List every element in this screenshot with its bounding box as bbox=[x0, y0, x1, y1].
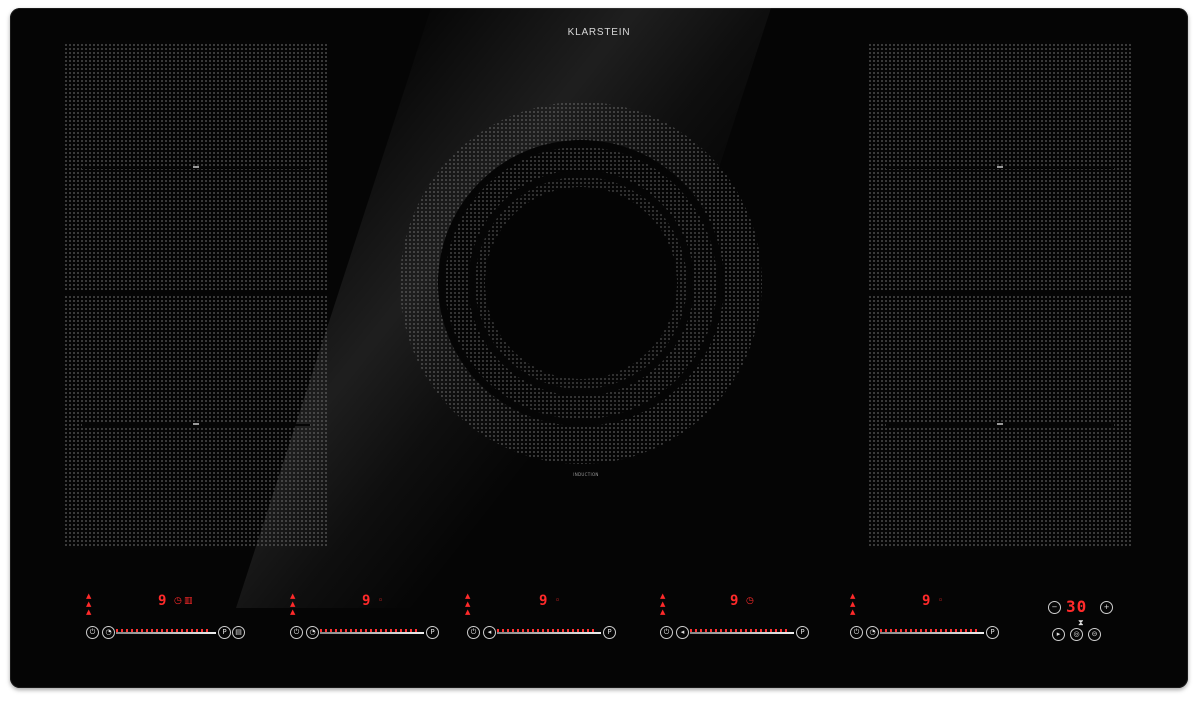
power-slider-leds bbox=[320, 617, 420, 632]
zone-indicator-icon: ▲ ▲ ▲ bbox=[850, 592, 856, 616]
power-slider[interactable] bbox=[116, 632, 216, 634]
power-button[interactable]: ⏻ bbox=[290, 626, 303, 639]
power-level-display: 9 bbox=[730, 593, 739, 609]
timer-icon: ◦ bbox=[555, 596, 561, 606]
zone-indicator-icon: ▲ ▲ ▲ bbox=[465, 592, 471, 616]
zone-control-4: ▲ ▲ ▲ 9 ◷ ⏻ ◂ P bbox=[660, 592, 820, 648]
induction-cooktop: KLARSTEIN INDUCTION ▲▲▲ 9 ◷ ▥ ⏻ ◔ P ▤ bbox=[10, 8, 1188, 688]
keep-warm-button[interactable]: ◎ bbox=[1070, 628, 1083, 641]
boost-button[interactable]: P bbox=[603, 626, 616, 639]
zone-indicator-icon: ▲ ▲ ▲ bbox=[290, 592, 296, 616]
power-button[interactable]: ⏻ bbox=[86, 626, 99, 639]
timer-icon: ◷ bbox=[174, 596, 182, 606]
power-slider-leds bbox=[116, 617, 211, 632]
timer-plus-button[interactable]: + bbox=[1100, 601, 1113, 614]
zone-indicator-icon: ▲ ▲ ▲ bbox=[660, 592, 666, 616]
power-level-display: 9 bbox=[158, 593, 167, 609]
zone-marker bbox=[997, 166, 1003, 168]
clock-icon: ⧗ bbox=[1078, 618, 1084, 627]
zone-split bbox=[64, 292, 328, 295]
power-slider[interactable] bbox=[690, 632, 794, 634]
power-slider-leds bbox=[880, 617, 980, 632]
pause-button[interactable]: ◔ bbox=[866, 626, 879, 639]
timer-icon: ◦ bbox=[378, 596, 384, 606]
power-level-display: 9 bbox=[362, 593, 371, 609]
pause-button[interactable]: ◂ bbox=[676, 626, 689, 639]
pause-button[interactable]: ◂ bbox=[483, 626, 496, 639]
zone-marker bbox=[997, 423, 1003, 425]
power-button[interactable]: ⏻ bbox=[660, 626, 673, 639]
timer-control: − 30 + ⧗ ▸ ◎ ⊝ bbox=[1048, 598, 1118, 648]
zone-marker bbox=[193, 166, 199, 168]
timer-minus-button[interactable]: − bbox=[1048, 601, 1061, 614]
pause-button[interactable]: ◔ bbox=[102, 626, 115, 639]
timer-icon: ◦ bbox=[938, 596, 944, 606]
power-slider[interactable] bbox=[320, 632, 424, 634]
brand-logo: KLARSTEIN bbox=[567, 27, 631, 38]
boost-icon: ▥ bbox=[184, 596, 193, 606]
zone-split bbox=[868, 292, 1132, 295]
zone-control-3: ▲ ▲ ▲ 9 ◦ ⏻ ◂ P bbox=[465, 592, 625, 648]
power-button[interactable]: ⏻ bbox=[850, 626, 863, 639]
center-zone-core bbox=[485, 187, 677, 379]
power-slider-leds bbox=[690, 617, 790, 632]
lock-button[interactable]: ⊝ bbox=[1088, 628, 1101, 641]
power-level-display: 9 bbox=[922, 593, 931, 609]
power-slider[interactable] bbox=[497, 632, 601, 634]
timer-display: 30 bbox=[1066, 597, 1088, 616]
timer-icon: ◷ bbox=[746, 596, 754, 606]
induction-label: INDUCTION bbox=[573, 472, 599, 477]
boost-button[interactable]: P bbox=[986, 626, 999, 639]
pause-button[interactable]: ◔ bbox=[306, 626, 319, 639]
zone-marker bbox=[193, 423, 199, 425]
boost-button[interactable]: P bbox=[796, 626, 809, 639]
zone-control-1: ▲ ▲ ▲ 9 ◷ ▥ ⏻ ◔ P ▤ bbox=[86, 592, 246, 648]
zone-control-2: ▲ ▲ ▲ 9 ◦ ⏻ ◔ P bbox=[290, 592, 450, 648]
power-slider[interactable] bbox=[880, 632, 984, 634]
boost-button[interactable]: P bbox=[218, 626, 231, 639]
play-pause-button[interactable]: ▸ bbox=[1052, 628, 1065, 641]
zone-control-5: ▲ ▲ ▲ 9 ◦ ⏻ ◔ P bbox=[850, 592, 1010, 648]
zone-indicator-icon: ▲ ▲ ▲ bbox=[86, 592, 92, 616]
flex-button[interactable]: ▤ bbox=[232, 626, 245, 639]
power-slider-leds bbox=[497, 617, 597, 632]
power-button[interactable]: ⏻ bbox=[467, 626, 480, 639]
power-level-display: 9 bbox=[539, 593, 548, 609]
boost-button[interactable]: P bbox=[426, 626, 439, 639]
